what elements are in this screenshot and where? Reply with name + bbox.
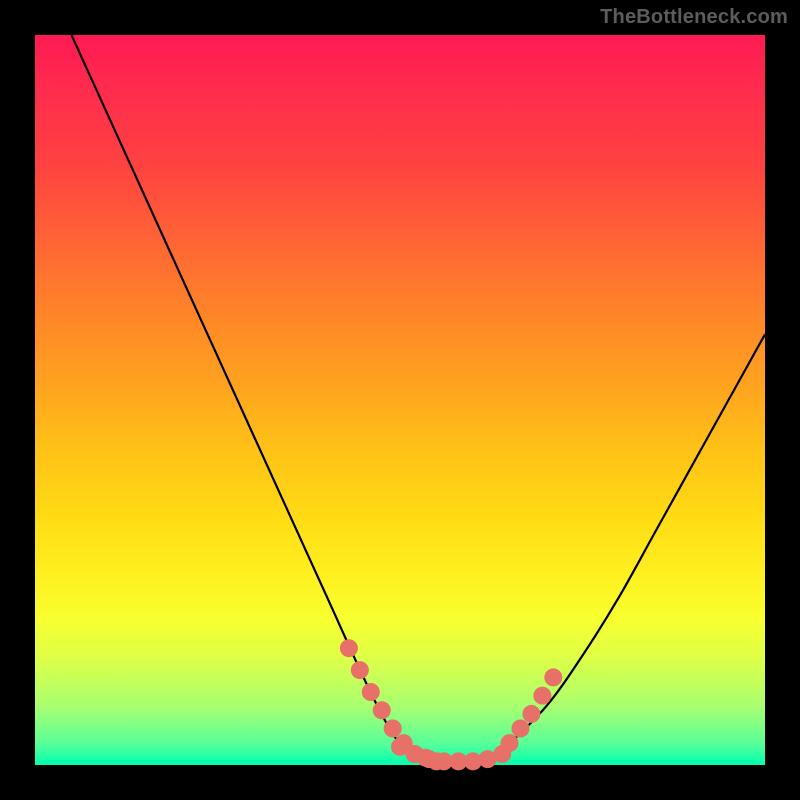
- highlight-dot: [351, 661, 369, 679]
- chart-svg: [35, 35, 765, 765]
- highlight-dots: [340, 639, 562, 770]
- highlight-dot: [501, 734, 519, 752]
- highlight-dot: [544, 668, 562, 686]
- watermark-text: TheBottleneck.com: [600, 6, 788, 29]
- chart-plot-area: [35, 35, 765, 765]
- bottleneck-curve: [72, 35, 766, 766]
- highlight-dot: [373, 701, 391, 719]
- highlight-dot: [340, 639, 358, 657]
- highlight-dot: [533, 687, 551, 705]
- highlight-dot: [522, 705, 540, 723]
- highlight-dot: [384, 720, 402, 738]
- highlight-dot: [511, 720, 529, 738]
- highlight-dot: [362, 683, 380, 701]
